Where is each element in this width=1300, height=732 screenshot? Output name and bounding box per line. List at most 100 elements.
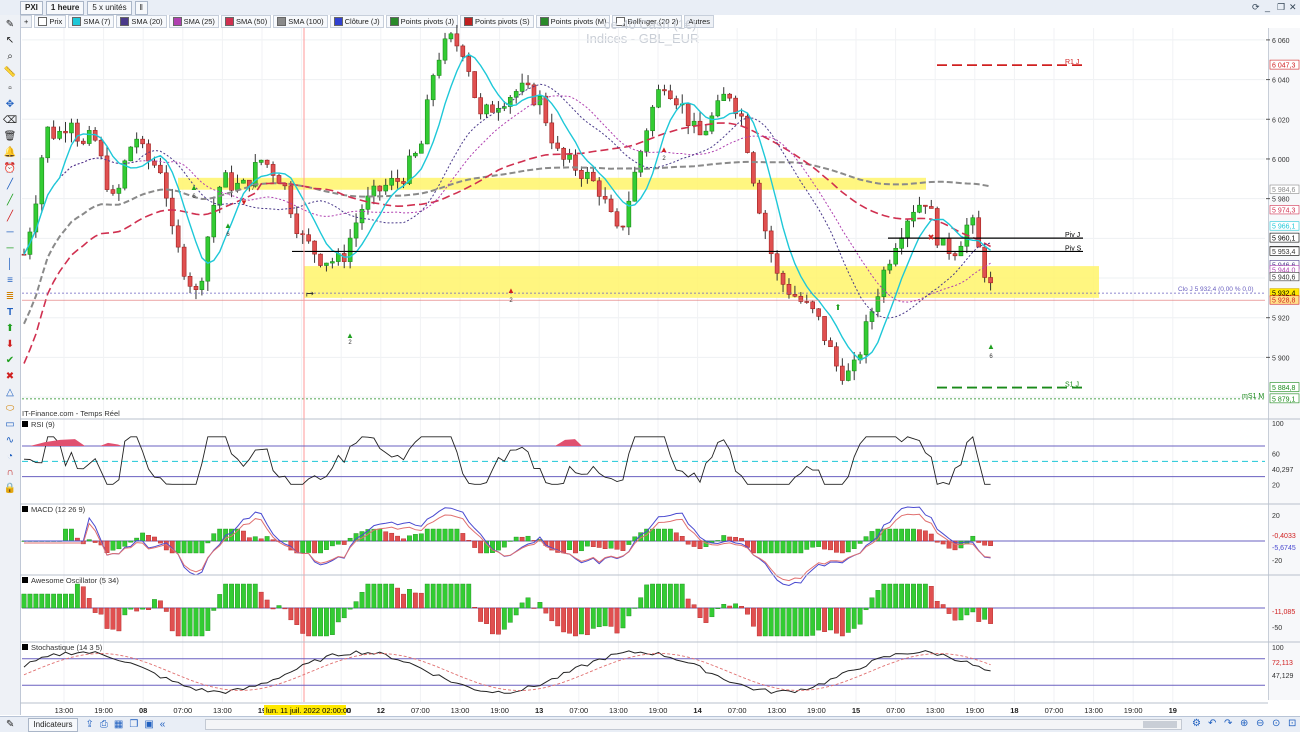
macd-tick-label: -0,4033 — [1272, 533, 1296, 540]
candle-body — [632, 171, 638, 202]
candle-body — [721, 93, 727, 101]
macd-histogram-bar — [667, 528, 673, 542]
indicators-button[interactable]: Indicateurs — [28, 717, 78, 732]
ao-histogram-bar — [116, 607, 122, 632]
ao-histogram-bar — [899, 583, 905, 609]
macd-histogram-bar — [407, 535, 412, 542]
ao-histogram-bar — [709, 607, 715, 618]
ao-histogram-bar — [620, 607, 626, 629]
zoom-in-icon[interactable]: ⊕ — [1240, 718, 1248, 729]
right-value-label: 5 966,1 — [1272, 224, 1295, 231]
draw-icon[interactable]: ✎ — [6, 719, 14, 730]
image-icon[interactable]: ▣ — [144, 719, 153, 730]
macd-histogram-bar — [418, 533, 424, 542]
ao-histogram-bar — [324, 607, 329, 637]
level-label: R1 J — [1065, 59, 1079, 66]
candle-body — [377, 185, 383, 192]
config-icon[interactable]: ⚙ — [1192, 718, 1201, 729]
candle-body — [620, 225, 626, 228]
signal-marker: ▲ — [987, 342, 995, 351]
macd-histogram-bar — [905, 528, 910, 542]
ao-histogram-bar — [401, 593, 406, 609]
signal-marker: ▲ — [346, 331, 354, 340]
ao-histogram-bar — [80, 586, 86, 609]
ao-histogram-bar — [679, 583, 685, 609]
time-tick-label: 07:00 — [411, 706, 430, 715]
macd-histogram-bar — [252, 536, 258, 542]
macd-tick-label: -5,6745 — [1272, 545, 1296, 552]
ao-histogram-bar — [472, 607, 478, 609]
ao-histogram-bar — [501, 607, 507, 630]
candle-body — [703, 130, 709, 136]
redo-icon[interactable]: ↷ — [1224, 718, 1232, 729]
ao-histogram-bar — [63, 593, 68, 609]
macd-histogram-bar — [970, 535, 976, 542]
fit-icon[interactable]: ⊡ — [1288, 718, 1296, 729]
rsi-panel-title: RSI (9) — [31, 420, 55, 429]
candle-body — [81, 140, 86, 144]
ao-histogram-bar — [964, 607, 970, 616]
macd-histogram-bar — [258, 538, 264, 542]
macd-histogram-bar — [774, 540, 780, 554]
macd-histogram-bar — [786, 540, 792, 554]
ao-histogram-bar — [490, 607, 495, 635]
zoom-reset-icon[interactable]: ⊙ — [1272, 718, 1280, 729]
ao-histogram-bar — [371, 583, 377, 609]
source-label: IT-Finance.com - Temps Réel — [22, 409, 120, 418]
window-icon[interactable]: ❐ — [129, 719, 138, 730]
macd-histogram-bar — [733, 537, 739, 542]
macd-histogram-bar — [211, 533, 217, 542]
candle-body — [691, 120, 697, 127]
chart-canvas[interactable]: 13:00 19:00 08 07:00 13:00 19 13:00 19:00 12 07:0… — [0, 0, 1300, 731]
ao-histogram-bar — [478, 607, 484, 622]
candle-body — [199, 280, 205, 290]
grid-icon[interactable]: ▦ — [114, 719, 123, 730]
rsi-tick-label: 100 — [1272, 421, 1284, 428]
ao-histogram-bar — [531, 607, 537, 609]
zoom-out-icon[interactable]: ⊖ — [1256, 718, 1264, 729]
ao-histogram-bar — [122, 607, 128, 616]
print-icon[interactable]: ⎙ — [100, 719, 108, 730]
share-icon[interactable]: ⇪ — [86, 719, 94, 730]
signal-marker: ▲ — [660, 145, 668, 154]
collapse-icon[interactable]: « — [160, 719, 166, 730]
candle-body — [330, 261, 335, 264]
ao-histogram-bar — [496, 607, 501, 635]
candle-body — [650, 106, 655, 132]
candle-body — [804, 301, 810, 303]
ao-histogram-bar — [252, 583, 258, 609]
time-tick-label: 19:00 — [807, 706, 826, 715]
macd-histogram-bar — [911, 528, 916, 542]
ao-histogram-bar — [288, 607, 294, 621]
time-tick-label: 08 — [139, 706, 147, 715]
candle-body — [365, 195, 371, 210]
candle-body — [673, 98, 679, 106]
candle-body — [970, 217, 976, 226]
candle-body — [258, 159, 264, 163]
ao-histogram-bar — [424, 583, 430, 609]
time-scrollbar[interactable] — [205, 719, 1182, 730]
time-tick-label: 07:00 — [886, 706, 905, 715]
macd-histogram-bar — [928, 533, 934, 542]
candle-body — [928, 206, 934, 209]
undo-icon[interactable]: ↶ — [1208, 718, 1216, 729]
ao-histogram-bar — [353, 601, 359, 609]
price-tick-label: 5 920 — [1272, 316, 1290, 323]
macd-histogram-bar — [501, 540, 507, 548]
scroll-thumb[interactable] — [1143, 721, 1177, 728]
time-tick-label: 07:00 — [728, 706, 747, 715]
ao-histogram-bar — [377, 583, 383, 609]
candle-body — [727, 93, 732, 99]
candle-body — [875, 296, 881, 312]
candle-body — [668, 90, 673, 99]
candle-body — [905, 220, 910, 239]
macd-histogram-bar — [270, 539, 276, 542]
candle-body — [436, 59, 442, 76]
ao-histogram-bar — [549, 607, 555, 622]
candle-body — [158, 164, 163, 174]
candle-body — [401, 181, 406, 184]
ao-histogram-bar — [128, 607, 134, 610]
macd-histogram-bar — [834, 540, 839, 553]
candle-body — [430, 75, 436, 101]
macd-histogram-bar — [146, 535, 151, 542]
